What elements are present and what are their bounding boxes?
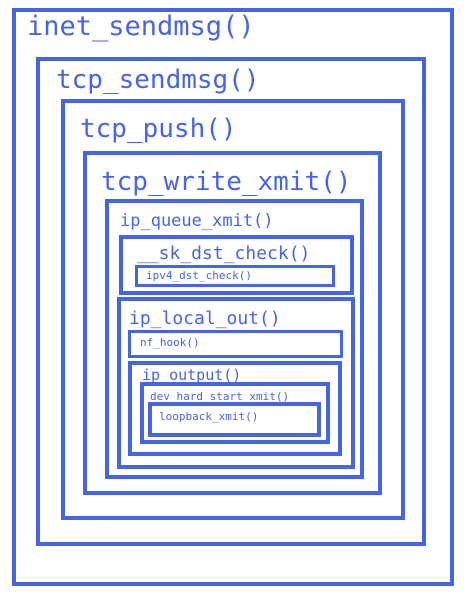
ip-local-out-label: ip_local_out() — [129, 308, 281, 329]
sk-dst-check-label: __sk_dst_check() — [137, 243, 311, 264]
tcp-sendmsg-label: tcp_sendmsg() — [56, 65, 260, 95]
ip-queue-xmit-label: ip_queue_xmit() — [120, 211, 274, 231]
dev-hard-start-xmit-label: dev_hard_start_xmit() — [150, 390, 290, 403]
ip-output-label: ip_output() — [142, 366, 242, 384]
tcp-push-label: tcp_push() — [80, 114, 237, 144]
tcp-write-xmit-label: tcp_write_xmit() — [101, 167, 352, 197]
inet-sendmsg-label: inet_sendmsg() — [27, 11, 255, 42]
ipv4-dst-check-label: ipv4_dst_check() — [146, 269, 252, 282]
nf-hook-label: nf_hook() — [140, 336, 200, 349]
loopback-xmit-label: loopback_xmit() — [159, 410, 259, 423]
